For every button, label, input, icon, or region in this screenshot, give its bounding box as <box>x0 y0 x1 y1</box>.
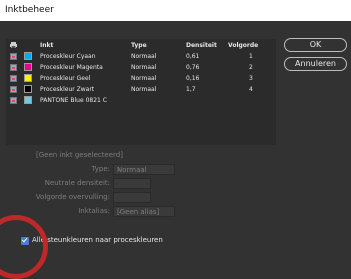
ink-details-group: [Geen inkt geselecteerd] Type: Normaal ⌄… <box>6 147 276 241</box>
ink-order: 3 <box>249 75 253 82</box>
ink-name: Proceskleur Geel <box>40 75 91 82</box>
ink-swatch <box>24 63 32 71</box>
ok-button[interactable]: OK <box>284 38 347 52</box>
spot-to-process-row: Alle steunkleuren naar proceskleuren <box>0 215 351 279</box>
process-ink-icon <box>10 97 17 104</box>
ink-order: 1 <box>249 53 253 60</box>
table-row[interactable]: Proceskleur Geel Normaal 0,16 3 <box>6 73 276 83</box>
ink-swatch <box>24 85 32 93</box>
ink-type: Normaal <box>131 86 157 93</box>
table-row[interactable]: PANTONE Blue 0821 C <box>6 95 276 105</box>
density-field[interactable] <box>113 178 151 189</box>
ink-manager-dialog: Inkt Type Densiteit Volgorde Proceskleur… <box>0 21 351 279</box>
header-density: Densiteit <box>186 42 217 49</box>
print-status-icon <box>10 42 17 48</box>
type-select[interactable]: Normaal ⌄ <box>113 164 175 175</box>
trapping-order-label: Volgorde overvulling: <box>35 193 110 201</box>
chevron-down-icon: ⌄ <box>117 208 123 215</box>
window-title: Inktbeheer <box>0 0 351 21</box>
ink-swatch <box>24 52 32 60</box>
table-row[interactable]: Proceskleur Zwart Normaal 1,7 4 <box>6 84 276 94</box>
spot-to-process-label[interactable]: Alle steunkleuren naar proceskleuren <box>32 236 163 244</box>
ink-order: 4 <box>249 86 253 93</box>
ink-swatch <box>24 74 32 82</box>
table-row[interactable]: Proceskleur Magenta Normaal 0,76 2 <box>6 62 276 72</box>
ink-swatch <box>24 96 32 104</box>
process-ink-icon <box>10 75 17 82</box>
header-type: Type <box>131 42 147 49</box>
table-header: Inkt Type Densiteit Volgorde <box>6 39 276 51</box>
ink-type: Normaal <box>131 53 157 60</box>
ink-table: Inkt Type Densiteit Volgorde Proceskleur… <box>6 39 276 145</box>
ink-name: Proceskleur Cyaan <box>40 53 96 60</box>
trapping-order-field[interactable] <box>113 192 151 203</box>
ink-type: Normaal <box>131 75 157 82</box>
group-title: [Geen inkt geselecteerd] <box>36 151 123 159</box>
process-ink-icon <box>10 86 17 93</box>
ink-density: 0,76 <box>186 64 200 71</box>
header-order: Volgorde <box>228 42 259 49</box>
ink-alias-select[interactable]: [Geen alias] ⌄ <box>113 206 175 217</box>
chevron-down-icon: ⌄ <box>117 166 123 173</box>
ink-name: Proceskleur Zwart <box>40 86 95 93</box>
process-ink-icon <box>10 64 17 71</box>
ink-name: PANTONE Blue 0821 C <box>40 97 107 104</box>
type-label: Type: <box>91 165 110 173</box>
process-ink-icon <box>10 53 17 60</box>
density-label: Neutrale densiteit: <box>44 179 110 187</box>
ink-order: 2 <box>249 64 253 71</box>
ink-density: 0,16 <box>186 75 200 82</box>
ink-name: Proceskleur Magenta <box>40 64 103 71</box>
ink-density: 0,61 <box>186 53 200 60</box>
ink-density: 1,7 <box>186 86 196 93</box>
ink-alias-label: Inktalias: <box>78 207 110 215</box>
table-row[interactable]: Proceskleur Cyaan Normaal 0,61 1 <box>6 51 276 61</box>
cancel-button[interactable]: Annuleren <box>284 57 347 71</box>
ink-type: Normaal <box>131 64 157 71</box>
header-ink: Inkt <box>40 42 54 49</box>
